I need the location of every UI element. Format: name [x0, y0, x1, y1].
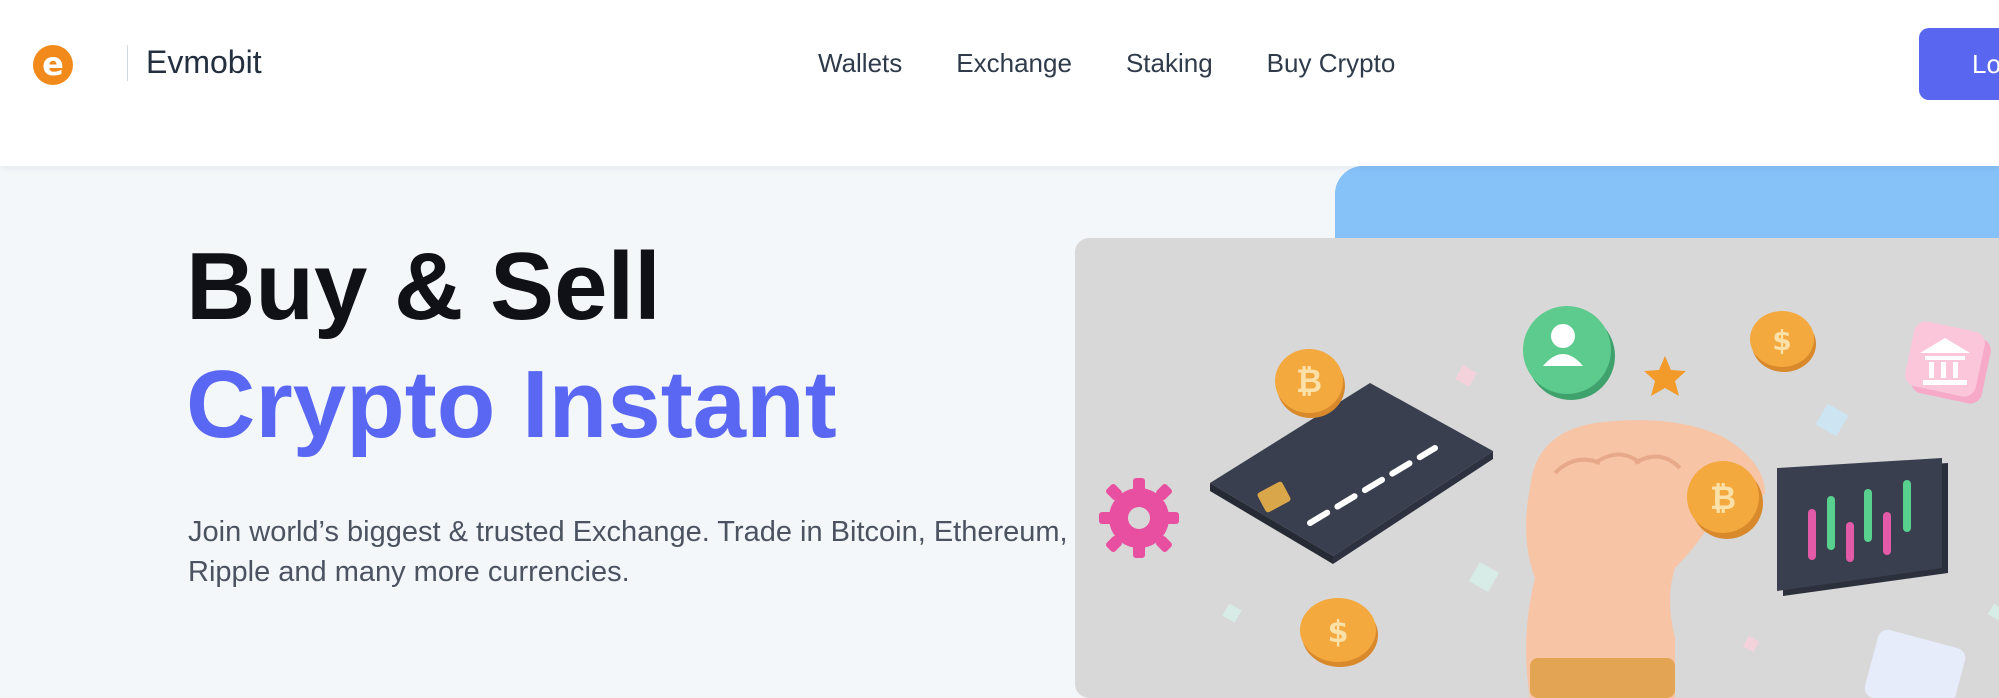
nav-link-buy-crypto[interactable]: Buy Crypto: [1267, 46, 1396, 80]
gear-icon: [1099, 478, 1179, 558]
nav-link-staking[interactable]: Staking: [1126, 46, 1213, 80]
logo-icon[interactable]: e: [33, 45, 73, 85]
hero-title-line2: Crypto Instant: [186, 351, 837, 458]
dollar-symbol-2: $: [1328, 615, 1349, 650]
hero-illustration: ₿ $ ₿ $: [1075, 238, 1999, 698]
user-avatar-coin-icon: [1523, 306, 1615, 400]
login-button[interactable]: Lo: [1919, 28, 1999, 100]
top-navbar: e Evmobit Wallets Exchange Staking Buy C…: [0, 0, 1999, 166]
dollar-coin-bottom-icon: $: [1300, 598, 1378, 667]
hero-title-line1: Buy & Sell: [186, 233, 661, 340]
star-icon: [1644, 356, 1686, 396]
bitcoin-coin-icon: ₿: [1275, 349, 1345, 418]
chart-tablet-icon: [1777, 458, 1948, 596]
logo-divider: [127, 45, 128, 81]
dollar-symbol: $: [1772, 324, 1791, 357]
dollar-coin-icon: $: [1750, 311, 1816, 372]
nav-link-wallets[interactable]: Wallets: [818, 46, 902, 80]
main-nav: Wallets Exchange Staking Buy Crypto: [818, 46, 1395, 80]
nav-link-exchange[interactable]: Exchange: [956, 46, 1072, 80]
hero-description: Join world’s biggest & trusted Exchange.…: [188, 516, 1068, 588]
brand-name[interactable]: Evmobit: [146, 42, 262, 82]
credit-card-icon: [1210, 383, 1493, 564]
bank-icon: [1905, 321, 1991, 404]
document-card-icon: [1864, 629, 1966, 698]
bitcoin-symbol-2: ₿: [1710, 479, 1736, 517]
bitcoin-symbol: ₿: [1296, 362, 1322, 400]
